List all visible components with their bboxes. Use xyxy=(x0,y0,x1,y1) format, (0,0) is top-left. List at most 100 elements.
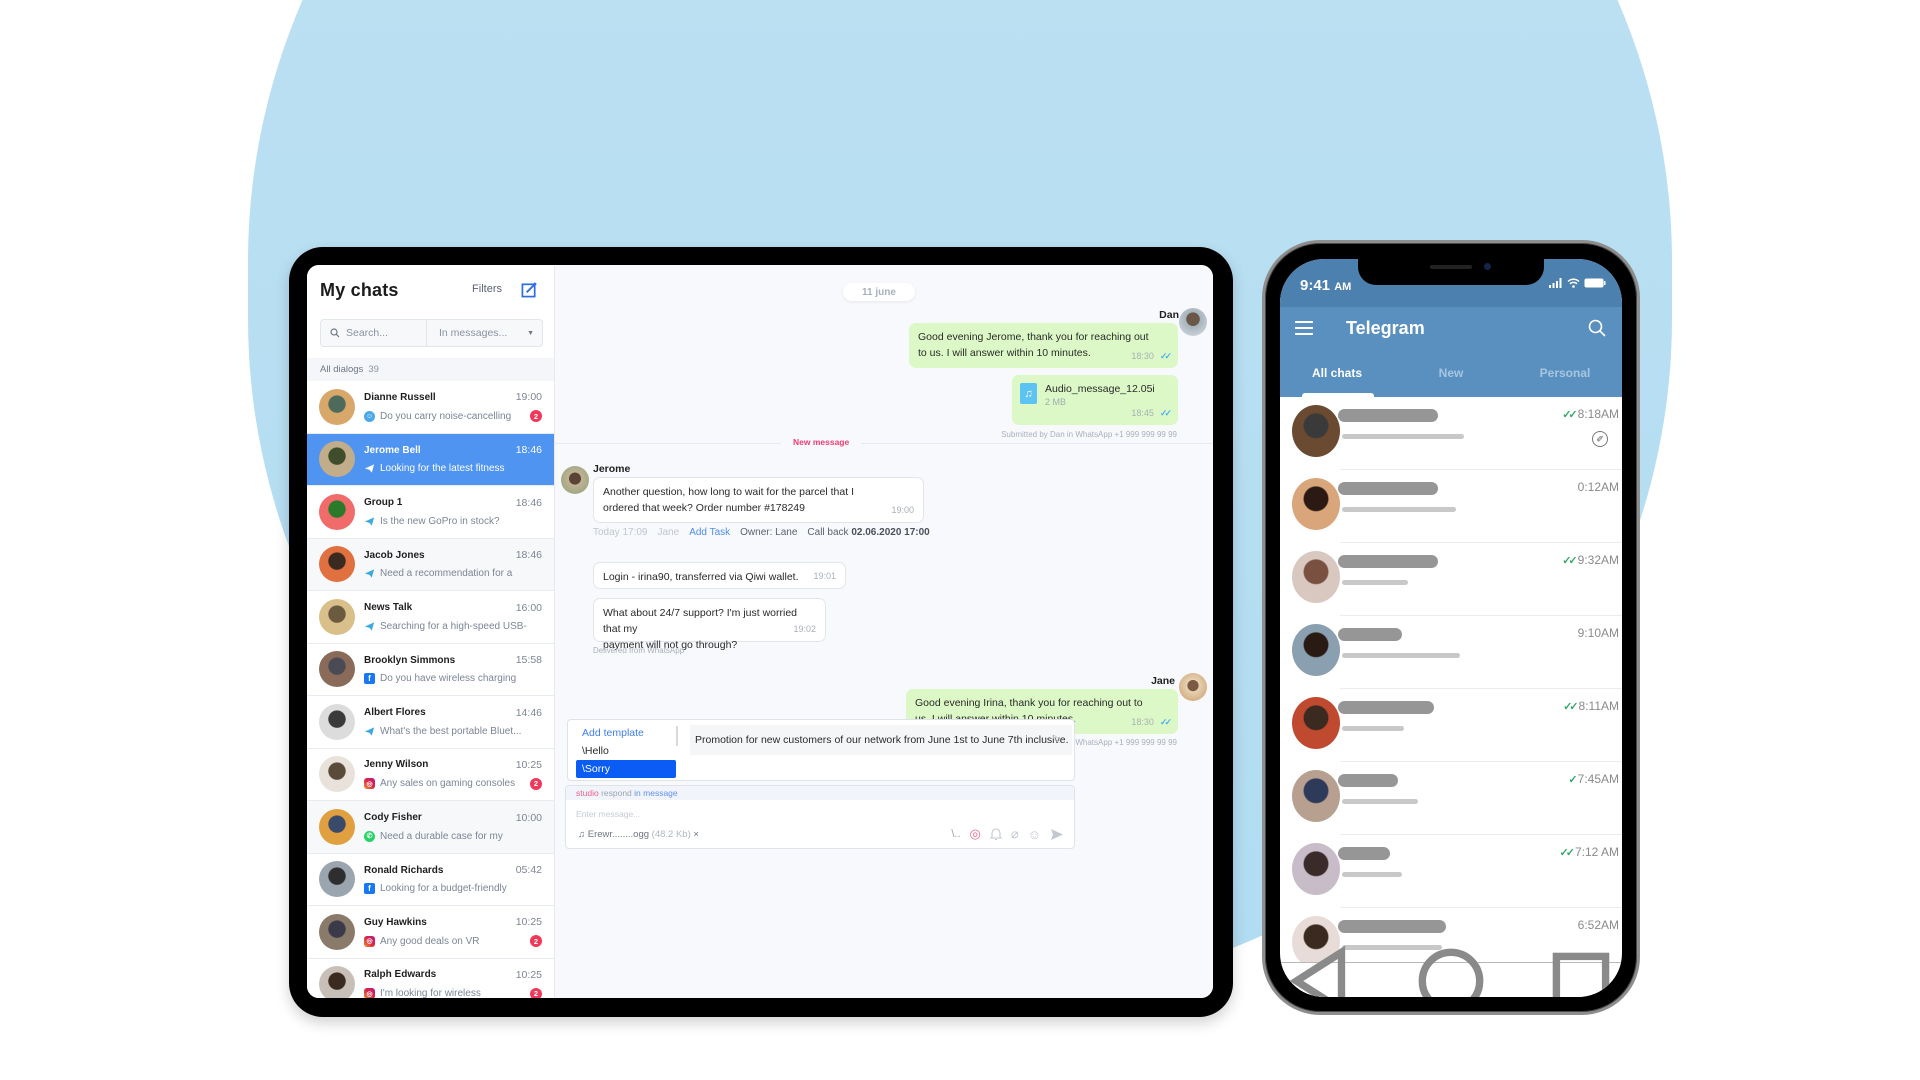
telegram-chat-row[interactable]: ✓✓ 8:11AM xyxy=(1280,689,1622,762)
whatsapp-icon: ✆ xyxy=(364,830,375,842)
bell-icon[interactable] xyxy=(989,827,1002,841)
avatar xyxy=(1179,673,1207,701)
add-template-button[interactable]: Add template xyxy=(576,724,676,742)
chat-list-item[interactable]: Cody Fisher 10:00 ✆ Need a durable case for… xyxy=(307,801,554,854)
mode-studio[interactable]: studio xyxy=(576,788,599,798)
chat-preview: Searching for a high-speed USB- xyxy=(380,620,527,632)
chat-name: Cody Fisher xyxy=(364,812,422,824)
tab-new[interactable]: New xyxy=(1394,357,1508,397)
telegram-chat-row[interactable]: ✓✓ 7:12 AM xyxy=(1280,835,1622,908)
compose-icon[interactable] xyxy=(521,281,538,298)
telegram-chat-row[interactable]: ✓✓ 8:18AM ✐ xyxy=(1280,397,1622,470)
chat-list-item[interactable]: Ronald Richards 05:42 f Looking for a budge… xyxy=(307,853,554,906)
avatar xyxy=(1292,843,1340,895)
telegram-chat-row[interactable]: ✓✓ 9:32AM xyxy=(1280,543,1622,616)
chat-name: Albert Flores xyxy=(364,707,426,719)
double-check-icon: ✓✓ xyxy=(1559,846,1576,859)
attachment-chip: ♫ Erewr........ogg (48.2 Kb) × xyxy=(578,829,699,840)
template-scrollbar[interactable] xyxy=(676,726,678,746)
chat-time: 10:25 xyxy=(515,758,542,771)
send-icon[interactable] xyxy=(1050,828,1064,841)
chat-list-item[interactable]: Jerome Bell 18:46 Looking for the latest f… xyxy=(307,433,554,486)
chat-list-item[interactable]: Jacob Jones 18:46 Need a recommendation fo… xyxy=(307,538,554,591)
chat-name: Jacob Jones xyxy=(364,549,425,561)
mode-in-message[interactable]: in message xyxy=(634,788,677,798)
recents-icon[interactable] xyxy=(1540,940,1622,998)
chat-time: 6:52AM xyxy=(1577,918,1619,932)
paperclip-icon[interactable]: ⌀ xyxy=(1011,826,1019,842)
template-item[interactable]: \Hello xyxy=(576,742,676,760)
name-placeholder xyxy=(1338,555,1438,568)
telegram-chat-row[interactable]: 0:12AM xyxy=(1280,470,1622,543)
chat-list-item[interactable]: Dianne Russell 19:00 ☺ Do you carry noise-c… xyxy=(307,381,554,434)
pencil-icon[interactable]: ✎ xyxy=(1052,733,1062,747)
chat-list-item[interactable]: Guy Hawkins 10:25 ◎ Any good deals on VR 2 xyxy=(307,906,554,959)
chat-list-item[interactable]: Ralph Edwards 10:25 ◎ I'm looking for wirel… xyxy=(307,958,554,998)
avatar xyxy=(1292,624,1340,676)
chat-preview: Looking for the latest fitness xyxy=(380,463,505,475)
chat-time: 05:42 xyxy=(515,864,542,877)
telegram-tabs: All chats New Personal xyxy=(1280,357,1622,397)
preview-placeholder xyxy=(1342,872,1402,877)
chat-time: 18:46 xyxy=(515,496,542,509)
double-check-icon: ✓✓ xyxy=(1562,408,1578,421)
avatar xyxy=(561,466,589,494)
message-text: ordered that week? Order number #178249 xyxy=(603,502,805,514)
all-dialogs-header[interactable]: All dialogs 39 xyxy=(307,358,554,381)
message-input[interactable]: Enter message... xyxy=(566,800,1074,828)
signal-icon xyxy=(1549,278,1562,288)
filters-button[interactable]: Filters xyxy=(472,283,502,295)
search-scope-dropdown[interactable]: In messages... ▼ xyxy=(427,327,542,339)
avatar xyxy=(319,441,355,478)
chat-time: 19:00 xyxy=(515,391,542,404)
chat-list-item[interactable]: News Talk 16:00 Searching for a high-speed… xyxy=(307,591,554,644)
name-placeholder xyxy=(1338,847,1390,860)
avatar xyxy=(319,388,355,425)
hamburger-menu-icon[interactable] xyxy=(1295,321,1313,335)
chat-list-item[interactable]: Jenny Wilson 10:25 ◎ Any sales on gaming co… xyxy=(307,748,554,801)
home-icon[interactable] xyxy=(1410,940,1492,998)
mode-respond: respond xyxy=(601,788,632,798)
task-author: Jane xyxy=(657,527,680,538)
emoji-icon[interactable]: ☺ xyxy=(1028,827,1041,842)
check-icon: ✓ xyxy=(1568,773,1577,786)
search-input[interactable]: Search... xyxy=(321,320,427,346)
telegram-chat-row[interactable]: 9:10AM xyxy=(1280,616,1622,689)
tab-all-chats[interactable]: All chats xyxy=(1280,357,1394,397)
audio-message[interactable]: ♫ Audio_message_12.05i 2 MB 18:45 ✓✓ xyxy=(1012,375,1178,425)
telegram-chat-row[interactable]: ✓ 7:45AM xyxy=(1280,762,1622,835)
search-placeholder: Search... xyxy=(346,327,389,339)
status-bar: 9:41 AM xyxy=(1280,259,1622,307)
tab-personal[interactable]: Personal xyxy=(1508,357,1622,397)
template-shortcut-button[interactable]: \.. xyxy=(951,828,960,840)
preview-placeholder xyxy=(1342,507,1456,512)
chat-list-item[interactable]: Brooklyn Simmons 15:58 f Do you have wirele… xyxy=(307,643,554,696)
telegram-icon xyxy=(364,622,375,631)
chat-time: 15:58 xyxy=(515,654,542,667)
chat-time: 9:32AM xyxy=(1577,553,1619,567)
attachment-size: (48.2 Kb) xyxy=(651,829,691,840)
bot-icon: ☺ xyxy=(364,410,375,422)
chat-preview: Any sales on gaming consoles xyxy=(380,778,516,790)
template-item-selected[interactable]: \Sorry xyxy=(576,760,676,778)
message-text: Login - irina90, transferred via Qiwi wa… xyxy=(603,571,799,583)
chat-preview: Is the new GoPro in stock? xyxy=(380,515,500,527)
tablet-screen: My chats Filters Search... In messages..… xyxy=(307,265,1213,998)
pin-icon[interactable]: ✐ xyxy=(1592,431,1608,447)
message-time: 18:30 xyxy=(1131,717,1154,727)
message-text: Good evening Irina, thank you for reachi… xyxy=(915,697,1143,709)
add-task-link[interactable]: Add Task xyxy=(689,527,730,538)
chat-name: Ronald Richards xyxy=(364,864,444,876)
telegram-icon xyxy=(364,517,375,526)
callback-value: 02.06.2020 17:00 xyxy=(851,527,930,538)
search-icon[interactable] xyxy=(1588,319,1606,337)
chat-list-item[interactable]: Group 1 18:46 Is the new GoPro in stock? xyxy=(307,486,554,539)
chat-sidebar: My chats Filters Search... In messages..… xyxy=(307,265,555,998)
remove-attachment-button[interactable]: × xyxy=(693,829,699,840)
back-icon[interactable] xyxy=(1280,940,1362,998)
record-icon[interactable]: ◎ xyxy=(970,826,981,842)
chat-list: Dianne Russell 19:00 ☺ Do you carry noise-c… xyxy=(307,381,554,998)
instagram-icon: ◎ xyxy=(364,988,375,998)
chat-time: 18:46 xyxy=(515,444,542,457)
chat-list-item[interactable]: Albert Flores 14:46 What's the best portab… xyxy=(307,696,554,749)
